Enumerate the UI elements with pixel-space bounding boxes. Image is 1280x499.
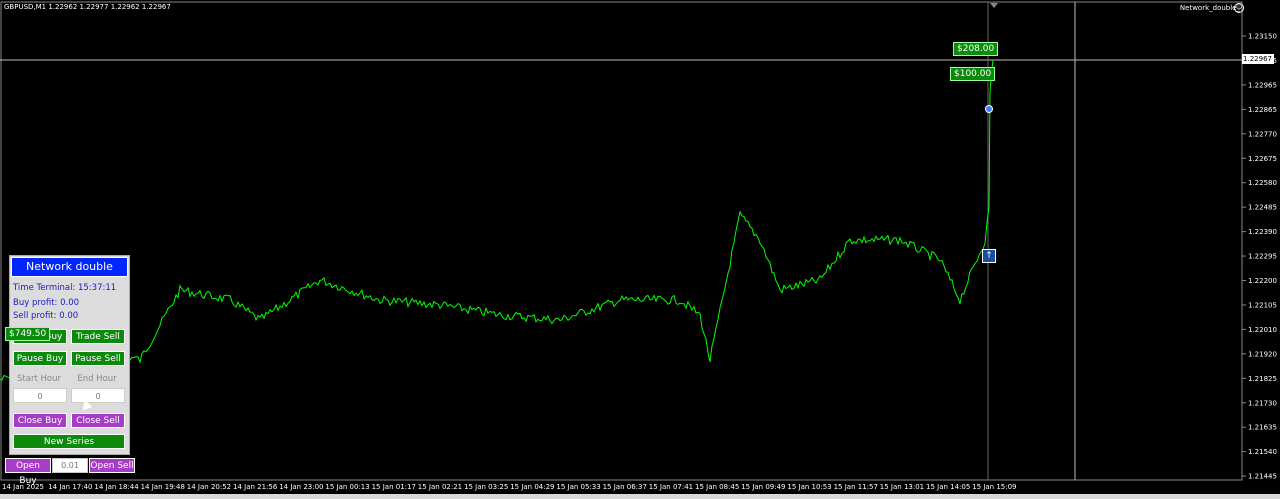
lot-size-input[interactable]: 0.01 <box>52 458 88 473</box>
price-tick-label: 1.22580 <box>1248 179 1277 187</box>
price-tick-label: 1.21635 <box>1248 424 1277 432</box>
price-tick-label: 1.21445 <box>1248 473 1277 481</box>
order-marker-icon <box>985 105 993 113</box>
price-tick-label: 1.22295 <box>1248 253 1277 261</box>
new-series-button[interactable]: New Series <box>13 434 125 449</box>
time-tick-label: 15 Jan 05:33 <box>556 483 601 491</box>
price-tick-label: 1.21920 <box>1248 350 1277 358</box>
profit-label-749: $749.50 <box>5 327 51 341</box>
close-buy-button[interactable]: Close Buy <box>13 413 67 428</box>
buy-profit-text: Buy profit: 0.00 <box>13 298 80 308</box>
time-tick-label: 15 Jan 00:13 <box>325 483 370 491</box>
time-tick-label: 15 Jan 01:17 <box>371 483 416 491</box>
time-tick-label: 15 Jan 10:53 <box>787 483 832 491</box>
time-tick-label: 15 Jan 09:49 <box>741 483 786 491</box>
time-tick-label: 15 Jan 06:37 <box>602 483 647 491</box>
profit-label-208: $208.00 <box>953 42 999 56</box>
symbol-header: GBPUSD,M1 1.22962 1.22977 1.22962 1.2296… <box>4 3 171 11</box>
time-tick-label: 14 Jan 2025 <box>2 483 44 491</box>
price-tick-label: 1.22485 <box>1248 204 1277 212</box>
sell-profit-text: Sell profit: 0.00 <box>13 311 79 321</box>
open-sell-button[interactable]: Open Sell <box>89 458 135 473</box>
time-tick-label: 14 Jan 20:52 <box>186 483 232 491</box>
time-tick-label: 14 Jan 17:40 <box>48 483 93 491</box>
trade-sell-button[interactable]: Trade Sell <box>71 329 125 344</box>
pause-buy-button[interactable]: Pause Buy <box>13 351 67 366</box>
time-tick-label: 15 Jan 03:25 <box>464 483 509 491</box>
price-chart[interactable]: 1.231501.230551.229651.228651.227701.226… <box>0 0 1280 499</box>
tab-strip[interactable] <box>0 494 1280 499</box>
time-tick-label: 15 Jan 11:57 <box>833 483 878 491</box>
start-hour-label: Start Hour <box>17 374 61 384</box>
price-tick-label: 1.22965 <box>1248 81 1277 89</box>
pause-sell-button[interactable]: Pause Sell <box>71 351 125 366</box>
panel-title: Network double <box>11 257 128 277</box>
time-tick-label: 15 Jan 08:45 <box>695 483 740 491</box>
price-tick-label: 1.22770 <box>1248 130 1277 138</box>
end-hour-label: End Hour <box>77 374 117 384</box>
time-tick-label: 15 Jan 13:01 <box>879 483 925 491</box>
time-tick-label: 14 Jan 18:44 <box>94 483 139 491</box>
price-tick-label: 1.22390 <box>1248 228 1277 236</box>
price-tick-label: 1.23150 <box>1248 33 1277 41</box>
time-tick-label: 14 Jan 19:48 <box>140 483 185 491</box>
ea-name-label: Network_double_ <box>1179 4 1240 12</box>
time-tick-label: 15 Jan 14:05 <box>926 483 971 491</box>
start-hour-input[interactable]: 0 <box>13 388 67 403</box>
shift-marker-icon <box>990 3 998 8</box>
profit-label-100: $100.00 <box>950 67 996 81</box>
price-tick-label: 1.21540 <box>1248 448 1277 456</box>
price-tick-label: 1.22010 <box>1248 326 1277 334</box>
buy-arrow-icon[interactable]: ↑ <box>982 249 996 263</box>
time-tick-label: 15 Jan 15:09 <box>972 483 1017 491</box>
price-tick-label: 1.21825 <box>1248 375 1277 383</box>
price-tick-label: 1.22675 <box>1248 155 1277 163</box>
close-sell-button[interactable]: Close Sell <box>71 413 125 428</box>
current-price-tag: 1.22967 <box>1242 54 1274 64</box>
network-double-panel: Network double Time Terminal: 15:37:11 B… <box>9 255 130 455</box>
smiley-icon[interactable]: ☺ <box>1234 3 1244 13</box>
time-tick-label: 14 Jan 23:00 <box>279 483 324 491</box>
price-tick-label: 1.22105 <box>1248 301 1277 309</box>
time-tick-label: 15 Jan 02:21 <box>417 483 463 491</box>
price-tick-label: 1.21730 <box>1248 399 1277 407</box>
price-tick-label: 1.22200 <box>1248 277 1277 285</box>
time-tick-label: 15 Jan 07:41 <box>648 483 694 491</box>
chart-frame <box>0 1 1243 481</box>
time-tick-label: 15 Jan 04:29 <box>510 483 555 491</box>
open-buy-button[interactable]: Open Buy <box>5 458 51 486</box>
time-tick-label: 14 Jan 21:56 <box>233 483 278 491</box>
price-tick-label: 1.22865 <box>1248 106 1277 114</box>
price-series-line <box>0 59 994 382</box>
time-terminal-text: Time Terminal: 15:37:11 <box>13 283 117 293</box>
